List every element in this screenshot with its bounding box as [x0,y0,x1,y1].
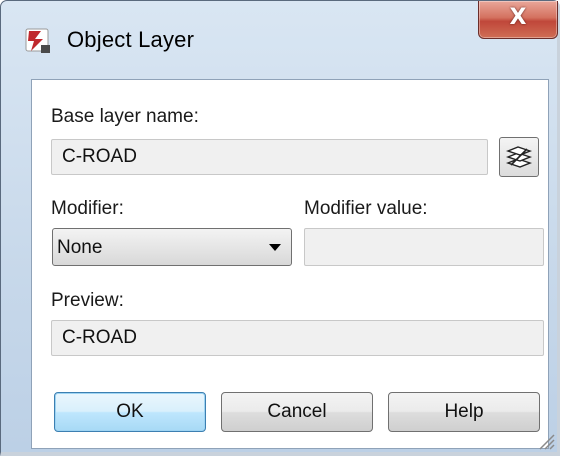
base-layer-value: C-ROAD [62,146,137,167]
close-icon: X [509,5,527,30]
resize-grip-icon[interactable] [537,432,555,450]
preview-value: C-ROAD [62,327,137,348]
close-button[interactable]: X [478,1,558,39]
select-layer-button[interactable] [499,137,539,177]
layer-stack-icon [505,146,533,168]
base-layer-field[interactable]: C-ROAD [51,139,488,175]
modifier-value-label: Modifier value: [304,198,428,219]
app-icon [23,25,55,57]
window-title: Object Layer [67,27,195,52]
modifier-selected-value: None [57,237,103,258]
object-layer-dialog: Object Layer X Base layer name: C-ROAD M… [0,0,560,456]
chevron-down-icon [269,244,281,251]
base-layer-label: Base layer name: [51,106,199,127]
modifier-dropdown[interactable]: None [52,228,292,266]
preview-field: C-ROAD [51,320,544,356]
modifier-label: Modifier: [51,198,124,219]
preview-label: Preview: [51,290,124,311]
title-bar[interactable]: Object Layer X [1,1,558,75]
ok-button[interactable]: OK [54,392,206,432]
help-button[interactable]: Help [388,392,540,432]
modifier-value-field[interactable] [304,228,544,266]
dialog-body: Base layer name: C-ROAD Modifier: Modifi… [31,79,549,449]
cancel-button[interactable]: Cancel [221,392,373,432]
